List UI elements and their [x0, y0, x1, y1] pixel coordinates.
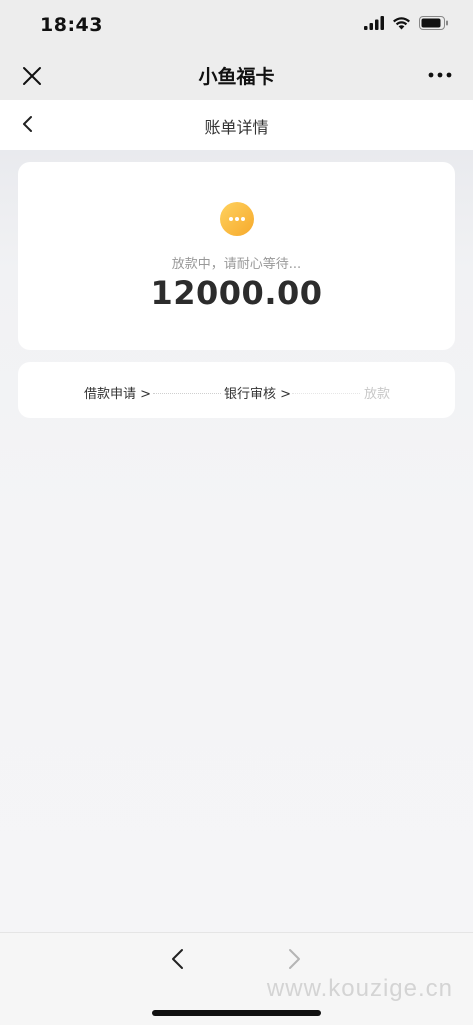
- status-time: 18:43: [40, 14, 103, 36]
- step-bank-review: 银行审核 >: [224, 387, 292, 402]
- wifi-icon: [393, 17, 410, 30]
- forward-arrow-icon[interactable]: [282, 947, 306, 971]
- status-icons: [364, 16, 449, 30]
- home-indicator: [152, 1010, 321, 1016]
- signal-icon: [364, 16, 384, 30]
- watermark: www.kouzige.cn: [266, 975, 453, 1002]
- ellipsis-dot: [241, 217, 245, 221]
- page-header: 账单详情: [0, 100, 473, 150]
- ellipsis-dot: [235, 217, 239, 221]
- wechat-nav-bar: 小鱼福卡: [0, 50, 473, 100]
- nav-title: 小鱼福卡: [198, 66, 275, 88]
- back-arrow-icon[interactable]: [166, 947, 190, 971]
- step-loan-application: 借款申请 >: [84, 387, 152, 402]
- content-area: 放款中，请耐心等待... 12000.00 借款申请 > 银行审核 > 放款: [0, 150, 473, 932]
- loan-status-card: 放款中，请耐心等待... 12000.00: [18, 162, 455, 350]
- progress-card: 借款申请 > 银行审核 > 放款: [18, 362, 455, 418]
- bottom-toolbar: www.kouzige.cn: [0, 932, 473, 1025]
- ellipsis-icon: [220, 202, 254, 236]
- step-disbursement: 放款: [364, 387, 391, 402]
- ellipsis-dot: [229, 217, 233, 221]
- loan-amount: 12000.00: [150, 274, 323, 312]
- step-connector: [153, 393, 221, 394]
- status-bar: 18:43: [0, 0, 473, 50]
- loan-status-text: 放款中，请耐心等待...: [171, 257, 302, 272]
- more-icon[interactable]: [427, 66, 453, 84]
- page-title: 账单详情: [204, 118, 269, 137]
- battery-icon: [419, 16, 448, 30]
- step-connector: [292, 393, 360, 394]
